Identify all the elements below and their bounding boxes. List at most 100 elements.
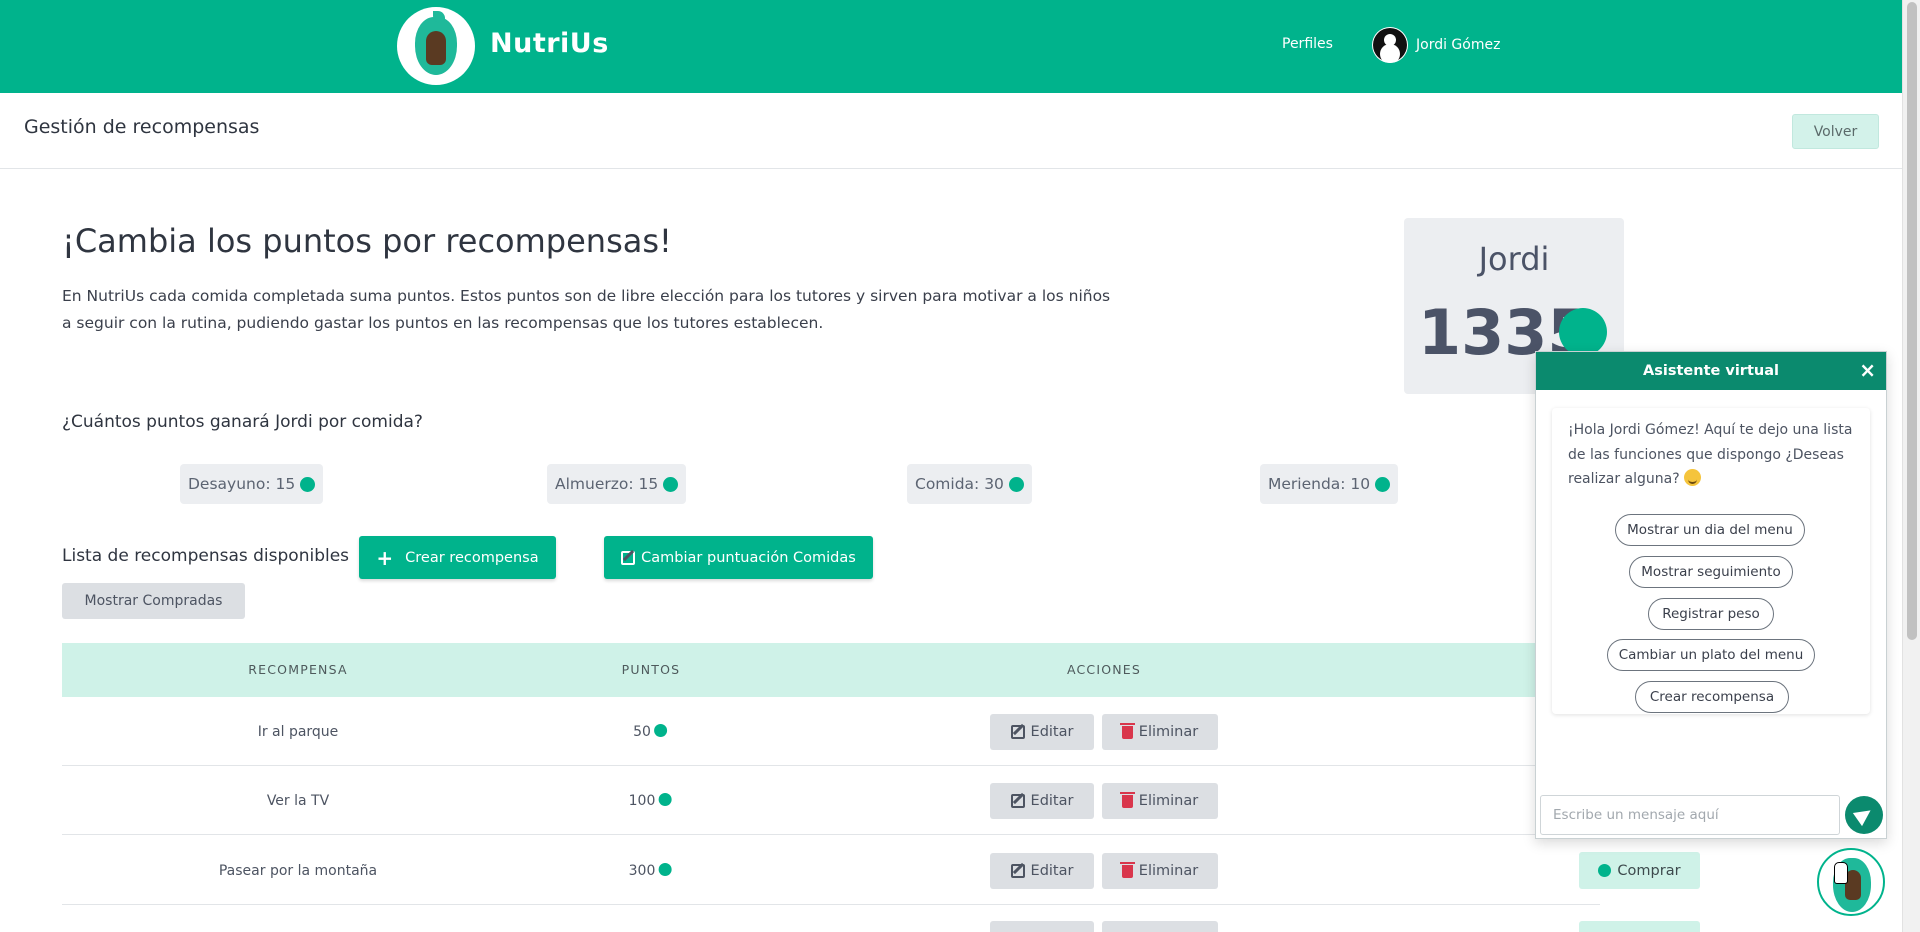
rewards-list-title: Lista de recompensas disponibles: [62, 546, 350, 566]
reward-points-value: 300: [628, 863, 656, 879]
reward-points-value: 50: [633, 724, 651, 740]
buy-button[interactable]: [1579, 921, 1700, 932]
logo-icon[interactable]: [397, 7, 475, 85]
send-icon[interactable]: [1845, 796, 1883, 834]
intro-text: En NutriUs cada comida completada suma p…: [62, 283, 1122, 337]
coin-icon: [658, 863, 672, 876]
meal-points-breakfast: Desayuno: 15: [180, 464, 324, 504]
chat-title: Asistente virtual: [1643, 363, 1779, 379]
chat-option-register-weight[interactable]: Registrar peso: [1648, 598, 1774, 630]
back-button[interactable]: Volver: [1792, 114, 1879, 149]
meal-points-label: Merienda: 10: [1268, 475, 1371, 493]
delete-label: Eliminar: [1138, 793, 1199, 809]
chat-header: Asistente virtual ×: [1536, 352, 1886, 390]
meal-points-meal: Comida: 30: [907, 464, 1032, 504]
main-heading: ¡Cambia los puntos por recompensas!: [62, 222, 672, 260]
edit-button[interactable]: [990, 921, 1094, 932]
edit-label: Editar: [1030, 793, 1074, 809]
meal-points-label: Desayuno: 15: [188, 475, 296, 493]
change-meal-scores-button[interactable]: Cambiar puntuación Comidas: [604, 536, 873, 579]
edit-icon: [1010, 725, 1025, 739]
buy-button[interactable]: Comprar: [1579, 852, 1700, 889]
trash-icon: [1119, 791, 1135, 808]
chatbot-icon[interactable]: [1817, 848, 1885, 916]
nav-user-name: Jordi Gómez: [1416, 37, 1501, 53]
show-bought-button[interactable]: Mostrar Compradas: [62, 583, 245, 619]
scrollbar-thumb[interactable]: [1907, 2, 1917, 640]
edit-button[interactable]: Editar: [990, 783, 1094, 819]
chat-message-bubble: ¡Hola Jordi Gómez! Aquí te dejo una list…: [1552, 408, 1870, 714]
top-navbar: NutriUs Perfiles Jordi Gómez: [0, 0, 1902, 93]
delete-label: Eliminar: [1138, 724, 1199, 740]
emoji-icon: [1684, 469, 1702, 486]
brand-name[interactable]: NutriUs: [490, 28, 609, 59]
table-row: Ver la TV 100 Editar Eliminar: [62, 766, 1600, 835]
reward-points-value: 100: [628, 793, 656, 809]
delete-button[interactable]: [1102, 921, 1218, 932]
column-header-actions: ACCIONES: [1066, 662, 1142, 677]
reward-points: 100: [629, 793, 672, 809]
chat-message-text: ¡Hola Jordi Gómez! Aquí te dejo una list…: [1568, 422, 1853, 487]
edit-label: Editar: [1030, 863, 1074, 879]
meal-points-label: Comida: 30: [915, 475, 1004, 493]
reward-points: 300: [629, 863, 672, 879]
create-reward-button[interactable]: + Crear recompensa: [359, 536, 556, 579]
delete-button[interactable]: Eliminar: [1102, 853, 1218, 889]
meal-points-lunch: Almuerzo: 15: [547, 464, 687, 504]
reward-points: 50: [633, 724, 667, 740]
reward-name: Ver la TV: [266, 793, 330, 809]
edit-button[interactable]: Editar: [990, 714, 1094, 750]
coin-icon: [1008, 476, 1024, 492]
rewards-table-header: RECOMPENSA PUNTOS ACCIONES: [62, 643, 1600, 697]
points-card-name: Jordi: [1478, 240, 1550, 278]
chat-option-create-reward[interactable]: Crear recompensa: [1635, 681, 1789, 713]
page-scrollbar[interactable]: [1902, 0, 1920, 932]
chat-option-show-menu-day[interactable]: Mostrar un dia del menu: [1615, 514, 1805, 546]
trash-icon: [1119, 722, 1135, 739]
reward-name: Pasear por la montaña: [218, 863, 378, 879]
coin-icon: [663, 476, 679, 492]
meal-points-snack: Merienda: 10: [1260, 464, 1399, 504]
page-title: Gestión de recompensas: [24, 116, 260, 138]
plus-icon: +: [376, 545, 394, 570]
mouse-cursor: [1834, 862, 1848, 884]
avatar-icon: [1372, 27, 1408, 63]
meal-points-label: Almuerzo: 15: [555, 475, 659, 493]
chat-input[interactable]: [1541, 796, 1839, 834]
page-subheader: Gestión de recompensas Volver: [0, 93, 1902, 169]
coin-icon: [1559, 308, 1607, 356]
chat-option-show-tracking[interactable]: Mostrar seguimiento: [1629, 556, 1793, 588]
coin-icon: [1375, 476, 1391, 492]
reward-name: Ir al parque: [257, 724, 339, 740]
chat-widget: Asistente virtual × ¡Hola Jordi Gómez! A…: [1535, 351, 1887, 839]
table-row-partial: [62, 905, 1700, 932]
edit-button[interactable]: Editar: [990, 853, 1094, 889]
edit-icon: [1010, 864, 1025, 878]
delete-label: Eliminar: [1138, 863, 1199, 879]
column-header-reward: RECOMPENSA: [248, 662, 348, 677]
coin-icon: [658, 793, 672, 806]
delete-button[interactable]: Eliminar: [1102, 714, 1218, 750]
close-icon[interactable]: ×: [1859, 358, 1876, 382]
chat-input-wrapper: [1540, 795, 1840, 835]
chat-message: ¡Hola Jordi Gómez! Aquí te dejo una list…: [1568, 418, 1858, 492]
coin-icon: [1598, 864, 1612, 877]
nav-user-menu[interactable]: Jordi Gómez: [1372, 27, 1500, 63]
table-row: Ir al parque 50 Editar Eliminar: [62, 697, 1600, 766]
buy-label: Comprar: [1617, 862, 1681, 879]
coin-icon: [300, 476, 316, 492]
intro-line-2: a seguir con la rutina, pudiendo gastar …: [62, 314, 824, 332]
chat-option-change-dish[interactable]: Cambiar un plato del menu: [1607, 639, 1815, 671]
edit-label: Editar: [1030, 724, 1074, 740]
meal-points-question: ¿Cuántos puntos ganará Jordi por comida?: [62, 412, 423, 432]
edit-icon: [621, 550, 636, 565]
nav-profiles-link[interactable]: Perfiles: [1282, 36, 1333, 52]
create-reward-label: Crear recompensa: [405, 549, 539, 566]
delete-button[interactable]: Eliminar: [1102, 783, 1218, 819]
trash-icon: [1119, 861, 1135, 878]
table-row: Pasear por la montaña 300 Editar Elimina…: [62, 836, 1700, 905]
edit-icon: [1010, 794, 1025, 808]
coin-icon: [653, 724, 667, 737]
column-header-points: PUNTOS: [621, 662, 681, 677]
change-meal-scores-label: Cambiar puntuación Comidas: [641, 549, 856, 566]
